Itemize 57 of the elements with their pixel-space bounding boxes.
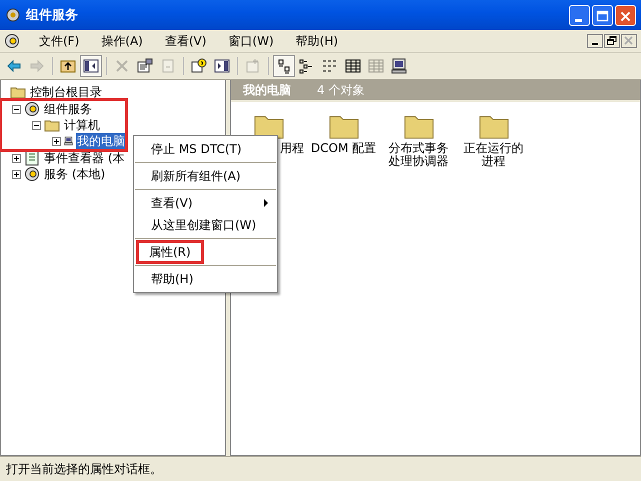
object-count: 4 个对象 <box>317 82 364 98</box>
small-icon <box>299 58 315 74</box>
menu-item[interactable]: 查看(V) <box>154 32 218 50</box>
menu-item[interactable]: 文件(F) <box>28 32 90 50</box>
gear-icon <box>24 166 40 182</box>
submenu-arrow-icon <box>264 199 268 207</box>
gear-icon <box>4 33 20 49</box>
folder-label[interactable]: 分布式事务处理协调器 <box>386 142 452 168</box>
computer-icon <box>391 58 407 74</box>
collapse-toggle[interactable] <box>12 104 21 114</box>
properties-icon <box>137 58 153 74</box>
back-icon <box>6 58 22 74</box>
status-bar: 打开当前选择的属性对话框。 <box>0 456 641 481</box>
expand-toggle[interactable] <box>12 170 21 178</box>
gear-icon <box>5 7 21 23</box>
menu-item[interactable]: 操作(A) <box>90 32 154 50</box>
details-icon <box>345 58 361 74</box>
delete-icon <box>114 58 130 74</box>
gear-icon <box>24 101 40 117</box>
menu-item[interactable]: 查看(V) <box>134 192 210 214</box>
large-tool-button[interactable] <box>273 55 295 77</box>
collapse-toggle[interactable] <box>32 120 41 130</box>
pane-icon <box>214 58 230 74</box>
expand-toggle[interactable] <box>52 136 61 146</box>
maximize-button[interactable] <box>592 4 613 26</box>
tree-item[interactable]: 控制台根目录 <box>29 84 103 100</box>
menu-item[interactable]: 属性(R) <box>137 241 203 263</box>
menu-item[interactable]: 帮助(H) <box>134 268 210 290</box>
menu-item[interactable]: 帮助(H) <box>284 32 350 50</box>
menu-item[interactable]: 刷新所有组件(A) <box>134 165 258 187</box>
menu-item[interactable]: 窗口(W) <box>217 32 285 50</box>
list-icon <box>322 58 338 74</box>
restore-icon <box>605 35 619 47</box>
folder-label[interactable]: DCOM 配置 <box>310 142 376 155</box>
restore-button[interactable] <box>604 34 620 48</box>
tree-icon <box>83 58 99 74</box>
help-icon <box>191 58 207 74</box>
menu-item[interactable]: 从这里创建窗口(W) <box>134 214 274 236</box>
log-icon <box>24 150 40 166</box>
minimize-icon <box>575 18 582 22</box>
pane-title: 我的电脑 <box>243 82 291 98</box>
menu-item[interactable]: 停止 MS DTC(T) <box>134 138 259 160</box>
forward-icon <box>29 58 45 74</box>
tree-item[interactable]: 计算机 <box>63 116 101 134</box>
tree-tool-button[interactable] <box>80 55 102 77</box>
tree-item[interactable]: 我的电脑 <box>76 132 126 150</box>
minimize-button[interactable] <box>587 34 603 48</box>
window-title: 组件服务 <box>26 7 79 24</box>
folder-label[interactable]: 用程 <box>280 142 304 155</box>
tree-item[interactable]: 组件服务 <box>43 100 93 118</box>
tree-item[interactable]: 事件查看器 (本 <box>43 150 126 166</box>
details-icon <box>368 58 384 74</box>
up-icon <box>60 58 76 74</box>
expand-toggle[interactable] <box>12 154 21 162</box>
folder-label[interactable]: 正在运行的进程 <box>460 142 526 168</box>
tree-item[interactable]: 服务 (本地) <box>43 166 106 182</box>
minimize-icon <box>592 42 598 44</box>
